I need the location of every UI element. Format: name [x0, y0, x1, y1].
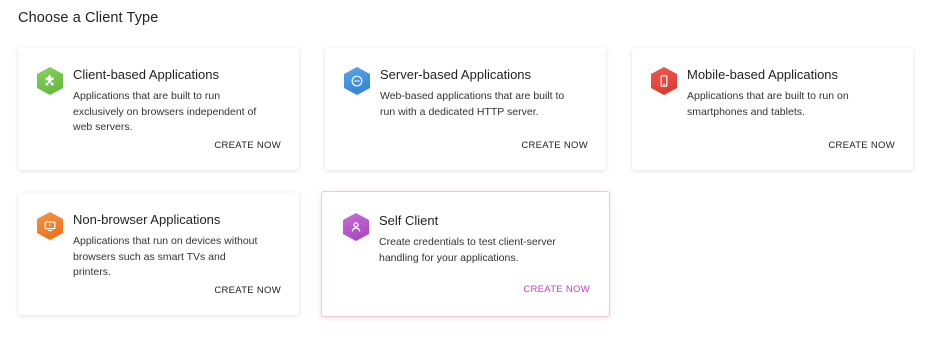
user-icon [343, 213, 369, 241]
card-title: Self Client [379, 213, 439, 228]
client-type-card-server-based[interactable]: Server-based Applications Web-based appl… [325, 48, 606, 170]
card-title: Non-browser Applications [73, 212, 221, 227]
card-description: Applications that are built to run on sm… [687, 90, 849, 118]
globe-icon [344, 67, 370, 95]
client-type-card-self-client[interactable]: Self Client Create credentials to test c… [321, 191, 610, 317]
card-title: Client-based Applications [73, 67, 219, 82]
card-description: Create credentials to test client-server… [379, 236, 556, 264]
create-now-button[interactable]: CREATE NOW [214, 140, 281, 151]
card-description: Applications that run on devices without… [73, 235, 258, 278]
client-type-card-non-browser[interactable]: Non-browser Applications Applications th… [18, 193, 299, 315]
puzzle-icon [37, 67, 63, 95]
create-now-button[interactable]: CREATE NOW [214, 285, 281, 296]
client-type-card-mobile-based[interactable]: Mobile-based Applications Applications t… [632, 48, 913, 170]
card-description: Applications that are built to run exclu… [73, 90, 257, 133]
create-now-button[interactable]: CREATE NOW [523, 284, 590, 295]
card-description: Web-based applications that are built to… [380, 90, 565, 118]
client-type-card-client-based[interactable]: Client-based Applications Applications t… [18, 48, 299, 170]
create-now-button[interactable]: CREATE NOW [521, 140, 588, 151]
create-now-button[interactable]: CREATE NOW [828, 140, 895, 151]
card-title: Mobile-based Applications [687, 67, 839, 82]
page-title: Choose a Client Type [18, 10, 159, 26]
card-title: Server-based Applications [380, 67, 532, 82]
tv-icon [37, 212, 63, 240]
mobile-phone-icon [651, 67, 677, 95]
